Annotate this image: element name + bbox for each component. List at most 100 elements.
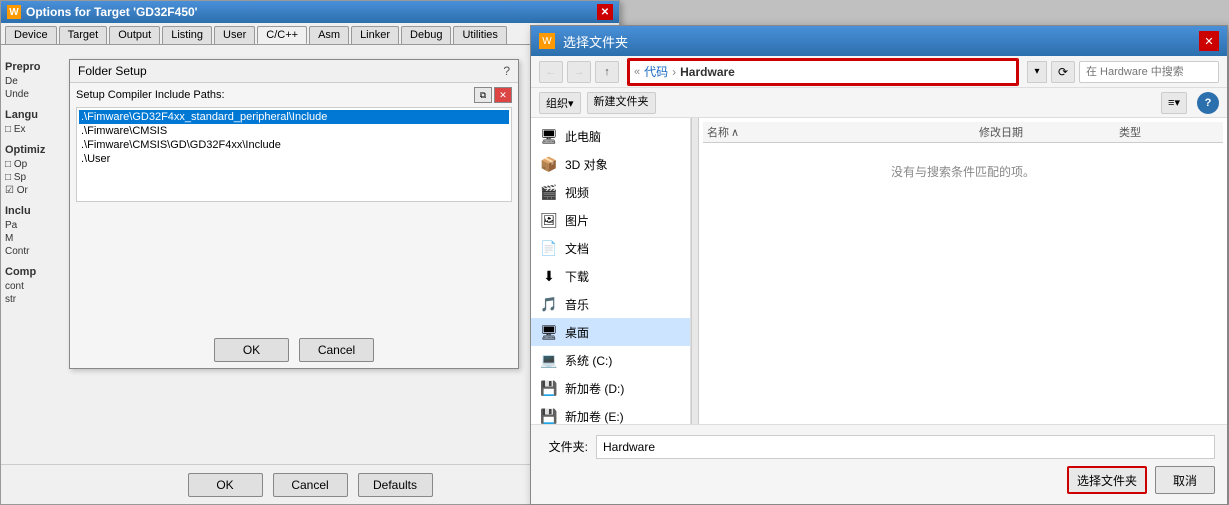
include-paths-label: Setup Compiler Include Paths: ⧉ ✕ xyxy=(70,83,518,105)
breadcrumb-part-1[interactable]: Hardware xyxy=(680,65,735,79)
fc-file-area: 名称 ∧ 修改日期 类型 没有与搜索条件匹配的项。 xyxy=(699,118,1227,438)
nav-desktop-label: 桌面 xyxy=(565,324,589,341)
nav-d-drive-label: 新加卷 (D:) xyxy=(565,380,624,397)
path-label: Pa xyxy=(5,219,65,232)
path-item-1[interactable]: .\Fimware\CMSIS xyxy=(79,124,509,138)
delete-icon[interactable]: ✕ xyxy=(494,87,512,103)
nav-this-pc[interactable]: 🖥 此电脑 xyxy=(531,122,690,150)
tab-asm[interactable]: Asm xyxy=(309,26,349,44)
this-pc-icon: 🖥 xyxy=(539,126,559,146)
fc-pathbar: « 代码 › Hardware xyxy=(627,58,1019,86)
defaults-button[interactable]: Defaults xyxy=(358,473,433,497)
fc-forward-button[interactable]: → xyxy=(567,61,591,83)
optim-section: Optimiz □ Op □ Sp ☑ Or xyxy=(5,144,65,197)
left-panel: Prepro De Unde Langu □ Ex Optimiz □ Op □… xyxy=(1,57,69,447)
copy-icon[interactable]: ⧉ xyxy=(474,87,492,103)
path-list[interactable]: .\Fimware\GD32F4xx_standard_peripheral\I… xyxy=(76,107,512,202)
prepr-section: Prepro De Unde xyxy=(5,61,65,101)
nav-docs[interactable]: 📄 文档 xyxy=(531,234,690,262)
tab-output[interactable]: Output xyxy=(109,26,160,44)
fc-title-text: 选择文件夹 xyxy=(563,32,628,51)
nav-desktop[interactable]: 🖥 桌面 xyxy=(531,318,690,346)
nav-downloads-label: 下载 xyxy=(565,268,589,285)
breadcrumb-part-0[interactable]: 代码 xyxy=(644,63,668,80)
options-window: W Options for Target 'GD32F450' ✕ Device… xyxy=(0,0,620,505)
folder-setup-buttons: OK Cancel xyxy=(70,338,518,362)
col-sort-arrow: ∧ xyxy=(731,126,739,139)
ok-button[interactable]: OK xyxy=(188,473,263,497)
def-item: De xyxy=(5,75,65,88)
optim-item-1[interactable]: □ Sp xyxy=(5,171,65,184)
col-header-type[interactable]: 类型 xyxy=(1119,124,1219,140)
tab-cpp[interactable]: C/C++ xyxy=(257,26,307,44)
fc-close-button[interactable]: ✕ xyxy=(1199,31,1219,51)
fc-nav-toolbar: ← → ↑ « 代码 › Hardware ▾ ⟳ xyxy=(531,56,1227,88)
nav-d-drive[interactable]: 💾 新加卷 (D:) xyxy=(531,374,690,402)
e-drive-icon: 💾 xyxy=(539,406,559,426)
fc-pathbar-dropdown[interactable]: ▾ xyxy=(1027,61,1047,83)
nav-3d[interactable]: 📦 3D 对象 xyxy=(531,150,690,178)
fc-empty-message: 没有与搜索条件匹配的项。 xyxy=(703,143,1223,200)
path-item-0[interactable]: .\Fimware\GD32F4xx_standard_peripheral\I… xyxy=(79,110,509,124)
fc-back-button[interactable]: ← xyxy=(539,61,563,83)
folder-setup-ok-button[interactable]: OK xyxy=(214,338,289,362)
folder-setup-cancel-button[interactable]: Cancel xyxy=(299,338,374,362)
fc-left-nav: 🖥 此电脑 📦 3D 对象 🎬 视频 🖼 图片 📄 文档 ⬇ 下载 xyxy=(531,118,691,438)
cancel-button[interactable]: Cancel xyxy=(273,473,348,497)
ex-item[interactable]: □ Ex xyxy=(5,123,65,136)
fc-organize-button[interactable]: 组织▾ xyxy=(539,92,581,114)
include-section: Inclu Pa M Contr xyxy=(5,205,65,258)
fc-view-button[interactable]: ≡▾ xyxy=(1161,92,1187,114)
optim-item-0[interactable]: □ Op xyxy=(5,158,65,171)
nav-c-drive[interactable]: 💻 系统 (C:) xyxy=(531,346,690,374)
path-item-2[interactable]: .\Fimware\CMSIS\GD\GD32F4xx\Include xyxy=(79,138,509,152)
nav-music[interactable]: 🎵 音乐 xyxy=(531,290,690,318)
tab-utilities[interactable]: Utilities xyxy=(453,26,506,44)
tab-user[interactable]: User xyxy=(214,26,255,44)
fc-help-button[interactable]: ? xyxy=(1197,92,1219,114)
file-chooser-dialog: W 选择文件夹 ✕ ← → ↑ « 代码 › Hardware ▾ ⟳ 组织▾ … xyxy=(530,25,1228,505)
fc-bottom-area: 文件夹: 选择文件夹 取消 xyxy=(531,424,1227,504)
col-header-date[interactable]: 修改日期 xyxy=(979,124,1119,140)
fc-refresh-button[interactable]: ⟳ xyxy=(1051,61,1075,83)
include-paths-text: Setup Compiler Include Paths: xyxy=(76,89,225,101)
fc-search-input[interactable] xyxy=(1079,61,1219,83)
options-title-text: Options for Target 'GD32F450' xyxy=(26,5,198,19)
nav-3d-label: 3D 对象 xyxy=(565,156,608,173)
fc-left-scrollbar[interactable] xyxy=(691,118,699,438)
fc-new-folder-button[interactable]: 新建文件夹 xyxy=(587,92,656,114)
options-close-button[interactable]: ✕ xyxy=(597,4,613,20)
undef-item: Unde xyxy=(5,88,65,101)
prepr-label: Prepro xyxy=(5,61,65,73)
desktop-icon: 🖥 xyxy=(539,322,559,342)
fc-up-button[interactable]: ↑ xyxy=(595,61,619,83)
path-item-3[interactable]: .\User xyxy=(79,152,509,166)
nav-downloads[interactable]: ⬇ 下载 xyxy=(531,262,690,290)
d-drive-icon: 💾 xyxy=(539,378,559,398)
col-header-name[interactable]: 名称 ∧ xyxy=(707,124,979,140)
tab-bar: Device Target Output Listing User C/C++ … xyxy=(1,23,619,45)
breadcrumb-separator: › xyxy=(672,65,676,79)
nav-pictures[interactable]: 🖼 图片 xyxy=(531,206,690,234)
nav-video[interactable]: 🎬 视频 xyxy=(531,178,690,206)
fc-cancel-button[interactable]: 取消 xyxy=(1155,466,1215,494)
optim-label: Optimiz xyxy=(5,144,65,156)
options-title-bar: W Options for Target 'GD32F450' ✕ xyxy=(1,1,619,23)
tab-device[interactable]: Device xyxy=(5,26,57,44)
lang-section: Langu □ Ex xyxy=(5,109,65,136)
fc-filename-input[interactable] xyxy=(596,435,1215,459)
nav-c-drive-label: 系统 (C:) xyxy=(565,352,612,369)
optim-item-2[interactable]: ☑ Or xyxy=(5,184,65,197)
fc-select-folder-button[interactable]: 选择文件夹 xyxy=(1067,466,1147,494)
folder-setup-help[interactable]: ? xyxy=(503,64,510,78)
downloads-icon: ⬇ xyxy=(539,266,559,286)
nav-music-label: 音乐 xyxy=(565,296,589,313)
comp-section: Comp cont str xyxy=(5,266,65,306)
nav-pictures-label: 图片 xyxy=(565,212,589,229)
str-label: str xyxy=(5,293,65,306)
tab-listing[interactable]: Listing xyxy=(162,26,212,44)
tab-target[interactable]: Target xyxy=(59,26,108,44)
folder-setup-title-text: Folder Setup xyxy=(78,64,147,78)
tab-debug[interactable]: Debug xyxy=(401,26,451,44)
tab-linker[interactable]: Linker xyxy=(351,26,399,44)
